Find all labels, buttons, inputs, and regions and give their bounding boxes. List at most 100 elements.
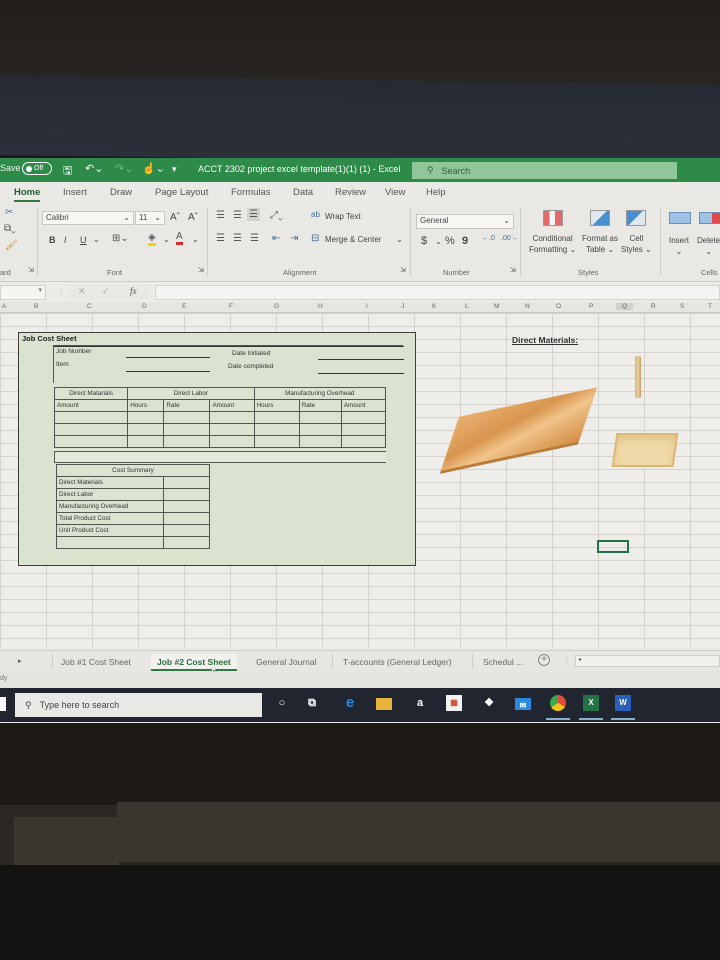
sheet-tab-general-journal[interactable]: General Journal [256, 657, 316, 667]
decrease-font-size-button[interactable]: Aˇ [188, 212, 198, 223]
align-right-icon[interactable]: ☰ [250, 233, 259, 244]
table-cell[interactable] [163, 423, 211, 436]
decrease-indent-icon[interactable]: ⇤ [272, 233, 280, 244]
column-header[interactable]: P [589, 303, 593, 310]
number-format-select[interactable]: General ⌄ [416, 214, 514, 229]
customize-qat-icon[interactable]: ▾ [172, 164, 177, 175]
column-header[interactable]: E [182, 303, 186, 310]
percent-button[interactable]: % [445, 235, 455, 247]
excel-icon[interactable]: X [583, 695, 599, 711]
cortana-icon[interactable]: ○ [274, 695, 290, 711]
table-cell[interactable] [127, 423, 165, 436]
format-painter-icon[interactable]: 🖌 [5, 240, 18, 251]
tab-splitter-handle[interactable]: ⋮ [563, 656, 570, 664]
column-header[interactable]: J [401, 303, 404, 310]
summary-value[interactable] [163, 512, 210, 525]
currency-dropdown-icon[interactable]: ⌄ [435, 237, 442, 246]
column-header[interactable]: A [2, 303, 6, 310]
summary-value[interactable] [163, 476, 210, 489]
table-cell[interactable] [53, 423, 129, 436]
file-explorer-icon[interactable] [376, 698, 392, 710]
formula-input[interactable] [155, 285, 720, 300]
name-box[interactable]: ▾ [0, 285, 46, 300]
font-name-select[interactable]: Calibri ⌄ [42, 211, 134, 225]
sheet-tab-job1[interactable]: Job #1 Cost Sheet [61, 657, 131, 667]
wrap-text-button[interactable]: Wrap Text [325, 212, 361, 221]
tab-help[interactable]: Help [426, 187, 446, 198]
scroll-left-icon[interactable]: ◂ [578, 656, 581, 663]
align-left-icon[interactable]: ☰ [216, 233, 225, 244]
summary-value[interactable] [163, 488, 210, 501]
table-cell[interactable] [340, 411, 387, 424]
mail-icon[interactable]: ✉ [515, 698, 531, 710]
date-completed-field[interactable] [318, 373, 404, 374]
table-cell[interactable] [298, 435, 342, 448]
merge-dropdown-icon[interactable]: ⌄ [396, 235, 403, 244]
table-cell[interactable] [253, 435, 300, 448]
tab-insert[interactable]: Insert [63, 187, 87, 198]
undo-icon[interactable]: ↶⌄ [85, 162, 103, 175]
column-header[interactable]: T [708, 303, 712, 310]
increase-decimal-button[interactable]: ←.0 [482, 235, 495, 242]
font-color-icon[interactable]: A [176, 232, 183, 245]
alignment-launcher-icon[interactable]: ⇲ [400, 266, 406, 274]
table-cell[interactable] [53, 411, 129, 424]
column-header[interactable]: I [366, 303, 368, 310]
redo-icon[interactable]: ↷⌄ [115, 162, 133, 175]
item-field[interactable] [126, 371, 210, 372]
table-cell[interactable] [298, 423, 342, 436]
fill-color-dropdown-icon[interactable]: ⌄ [163, 235, 170, 244]
italic-button[interactable]: I [64, 235, 67, 245]
increase-indent-icon[interactable]: ⇥ [290, 233, 298, 244]
conditional-formatting-button[interactable]: Conditional Formatting ⌄ [529, 233, 576, 255]
align-middle-icon[interactable]: ☰ [233, 210, 242, 221]
cell-styles-button[interactable]: Cell Styles ⌄ [621, 233, 652, 255]
decrease-decimal-button[interactable]: .00→ [501, 235, 518, 242]
dropbox-icon[interactable]: ❖ [481, 695, 497, 711]
column-header[interactable]: N [525, 303, 530, 310]
task-view-icon[interactable]: ⧉ [304, 695, 320, 711]
table-cell[interactable] [163, 411, 211, 424]
orientation-icon[interactable]: ⤢⌄ [270, 210, 283, 221]
column-header[interactable]: O [556, 303, 561, 310]
tab-home[interactable]: Home [14, 187, 41, 202]
insert-function-icon[interactable]: fx [130, 286, 137, 296]
font-size-select[interactable]: 11 ⌄ [135, 211, 165, 225]
insert-cells-button[interactable]: Insert ⌄ [669, 235, 689, 257]
table-cell[interactable] [340, 423, 387, 436]
wood-drawer-image[interactable] [611, 433, 679, 467]
table-cell[interactable] [209, 411, 255, 424]
bold-button[interactable]: B [49, 235, 56, 245]
job-number-field[interactable] [126, 357, 210, 358]
sheet-tab-t-accounts[interactable]: T-accounts (General Ledger) [343, 657, 452, 667]
tab-view[interactable]: View [385, 187, 405, 198]
merge-center-button[interactable]: Merge & Center [325, 235, 381, 244]
formula-bar-handle[interactable]: ⋮ [57, 287, 65, 296]
column-header[interactable]: H [318, 303, 323, 310]
wrap-text-icon[interactable]: ab [311, 210, 320, 219]
fill-color-icon[interactable]: ◈ [148, 233, 156, 246]
touch-mode-icon[interactable]: ☝⌄ [142, 162, 165, 175]
sheet-tab-job2[interactable]: Job #2 Cost Sheet [151, 654, 237, 671]
amazon-icon[interactable]: a [412, 695, 428, 711]
column-header[interactable]: L [465, 303, 469, 310]
column-header[interactable]: R [651, 303, 656, 310]
summary-value[interactable] [163, 500, 210, 513]
summary-value[interactable] [163, 536, 210, 549]
sheet-tab-schedule[interactable]: Schedul ... [483, 657, 523, 667]
table-cell[interactable] [253, 411, 300, 424]
tab-review[interactable]: Review [335, 187, 366, 198]
tab-draw[interactable]: Draw [110, 187, 132, 198]
column-header[interactable]: F [229, 303, 233, 310]
cut-icon[interactable]: ✂ [5, 207, 13, 218]
edge-icon[interactable]: e [342, 695, 358, 711]
table-cell[interactable] [53, 435, 129, 448]
comma-style-button[interactable]: 9 [462, 235, 468, 247]
table-cell[interactable] [209, 423, 255, 436]
column-header[interactable]: D [142, 303, 147, 310]
total-row[interactable] [54, 451, 386, 463]
summary-value[interactable] [163, 524, 210, 537]
table-cell[interactable] [298, 411, 342, 424]
autosave-toggle[interactable]: Off [22, 162, 52, 175]
search-box[interactable]: ⚲ Search [412, 162, 677, 179]
